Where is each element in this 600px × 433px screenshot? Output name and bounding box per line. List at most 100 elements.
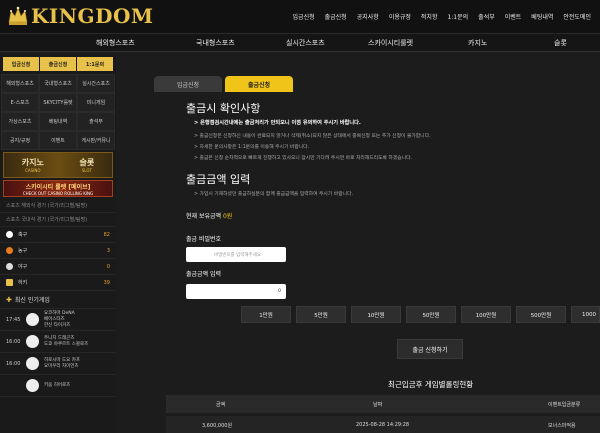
brand-name: KINGDOM — [31, 4, 154, 28]
sidebar-item-virtual-sports[interactable]: 가상스포츠 — [1, 112, 39, 131]
top-nav: 입금신청 출금신청 공지사항 이용규정 적치항 1:1문의 출석부 이벤트 베팅… — [288, 12, 596, 21]
casino-slot-banner[interactable]: 카지노 CASINO 슬롯 SLOT — [3, 152, 113, 178]
event-banner-sub: CHECK OUT CASINO ROLLING KING — [22, 190, 94, 196]
amount-button-5m[interactable]: 500만원 — [516, 306, 566, 323]
sidebar-tab-withdraw[interactable]: 출금신청 — [40, 57, 76, 71]
notice-bold-line: > 은행점검시간내에는 출금처리가 안되오니 이점 유의하여 주시기 바랍니다. — [194, 120, 361, 126]
top-bar: KINGDOM 입금신청 출금신청 공지사항 이용규정 적치항 1:1문의 출석… — [0, 0, 600, 34]
balance-label: 현재 보유금액 — [186, 213, 222, 220]
amount-button-50k[interactable]: 5만원 — [296, 306, 346, 323]
topnav-withdraw[interactable]: 출금신청 — [320, 12, 352, 21]
sidebar-item-event[interactable]: 이벤트 — [39, 131, 77, 150]
mainnav-slot[interactable]: 슬롯 — [554, 38, 567, 48]
cell-event-type: 보너스마적용 — [548, 422, 576, 429]
sidebar-item-overseas-sports[interactable]: 해외형스포츠 — [1, 74, 39, 93]
content-tabs: 입금신청 출금신청 — [154, 76, 293, 92]
popular-games-header: ✚ 최신 인기게임 — [0, 291, 116, 309]
sport-row-soccer[interactable]: 축구 82 — [0, 227, 116, 243]
notice-title: 출금시 확인사항 — [186, 102, 261, 115]
topnav-notice[interactable]: 공지사항 — [352, 12, 384, 21]
sidebar-tab-inquiry[interactable]: 1:1문의 — [77, 57, 113, 71]
hockey-icon — [6, 279, 13, 286]
sidebar-item-skycity-roulette[interactable]: SKYCITY룰렛 — [39, 93, 77, 112]
sidebar-tabs: 입금신청 출금신청 1:1문의 — [0, 54, 116, 74]
domestic-sports-link[interactable]: 스포츠 국내식 경기 (국가/리그별/팀명) — [0, 213, 116, 227]
baseball-icon — [26, 379, 39, 392]
password-label: 출금 비밀번호 — [186, 236, 222, 243]
baseball-icon — [6, 263, 13, 270]
game-row[interactable]: 16:00 주니치 드래곤즈 도쿄 야쿠르트 스왈로즈 — [0, 331, 116, 353]
notice-line: > 자세한 문의사항은 1:1문의를 이용해 주시기 바랍니다. — [194, 145, 310, 150]
amount-button-500k[interactable]: 50만원 — [406, 306, 456, 323]
sidebar-item-esports[interactable]: E-스포츠 — [1, 93, 39, 112]
col-date: 날짜 — [373, 401, 383, 408]
table-header: 금액 날짜 이벤트입금분류 — [166, 395, 600, 413]
sport-row-hockey[interactable]: 하키 39 — [0, 275, 116, 291]
topnav-deposit[interactable]: 입금신청 — [288, 12, 320, 21]
sport-row-baseball[interactable]: 야구 0 — [0, 259, 116, 275]
sport-row-basketball[interactable]: 농구 3 — [0, 243, 116, 259]
sport-count: 82 — [103, 231, 110, 238]
tab-withdraw[interactable]: 출금신청 — [225, 76, 293, 92]
col-event-type: 이벤트입금분류 — [548, 401, 581, 408]
mainnav-domestic-sports[interactable]: 국내형스포츠 — [196, 38, 235, 48]
amount-input[interactable]: 0 — [186, 284, 286, 299]
topnav-attendance[interactable]: 출석부 — [473, 12, 500, 21]
sidebar-item-attendance[interactable]: 출석부 — [77, 112, 115, 131]
event-banner[interactable]: 스카이시티 룰렛 [메이브] CHECK OUT CASINO ROLLING … — [3, 180, 113, 197]
baseball-icon — [26, 313, 39, 326]
sidebar-item-domestic-sports[interactable]: 국내형스포츠 — [39, 74, 77, 93]
topnav-inquiry[interactable]: 1:1문의 — [442, 12, 473, 21]
game-teams: 히로시마 도요 카프 요미우리 자이언츠 — [44, 357, 80, 369]
game-row[interactable]: 키움 히어로즈 — [0, 375, 116, 397]
sidebar-item-betting-history[interactable]: 베팅내역 — [39, 112, 77, 131]
game-row[interactable]: 17:45 요코하마 DeNA 베이스타즈 한신 타이거즈 — [0, 309, 116, 331]
topnav-accumulate[interactable]: 적치항 — [416, 12, 443, 21]
mainnav-casino[interactable]: 카지노 — [468, 38, 487, 48]
sport-name: 농구 — [18, 248, 28, 254]
sport-name: 축구 — [18, 232, 28, 238]
brand-logo[interactable]: KINGDOM — [7, 4, 154, 28]
topnav-rules[interactable]: 이용규정 — [384, 12, 416, 21]
game-teams: 주니치 드래곤즈 도쿄 야쿠르트 스왈로즈 — [44, 335, 89, 347]
balance-row: 현재 보유금액 0원 — [186, 211, 232, 220]
soccer-ball-icon — [6, 231, 13, 238]
recent-title: 최근입금후 게임별롤링현황 — [388, 380, 474, 389]
banner-slot-sub: SLOT — [81, 168, 92, 173]
baseball-icon — [26, 357, 39, 370]
tab-deposit[interactable]: 입금신청 — [154, 76, 222, 92]
topnav-betting-history[interactable]: 베팅내역 — [526, 12, 558, 21]
sidebar-menu-grid: 해외형스포츠 국내형스포츠 실시간스포츠 E-스포츠 SKYCITY룰렛 미니게… — [0, 74, 116, 150]
mainnav-live-sports[interactable]: 실시간스포츠 — [286, 38, 325, 48]
withdraw-submit-button[interactable]: 출금 신청하기 — [397, 339, 463, 359]
game-time: 17:45 — [6, 316, 21, 323]
game-teams: 요코하마 DeNA 베이스타즈 한신 타이거즈 — [44, 310, 75, 328]
amount-label: 출금금액 입력 — [186, 271, 222, 278]
crown-icon — [8, 6, 28, 25]
sidebar-tab-deposit[interactable]: 입금신청 — [3, 57, 39, 71]
overseas-sports-link[interactable]: 스포츠 해외식 경기 (국가/리그별/팀명) — [0, 199, 116, 213]
col-amount: 금액 — [216, 401, 226, 408]
sidebar-item-minigame[interactable]: 미니게임 — [77, 93, 115, 112]
mainnav-overseas-sports[interactable]: 해외형스포츠 — [96, 38, 135, 48]
balance-value: 0원 — [222, 213, 233, 220]
topnav-event[interactable]: 이벤트 — [500, 12, 527, 21]
event-banner-title: 스카이시티 룰렛 [메이브] — [25, 183, 91, 191]
sidebar-item-live-sports[interactable]: 실시간스포츠 — [77, 74, 115, 93]
popular-games-title: 최신 인기게임 — [14, 297, 50, 304]
trophy-icon: ✚ — [6, 295, 12, 304]
baseball-icon — [26, 335, 39, 348]
banner-slot-label: 슬롯 — [79, 158, 95, 167]
sidebar-item-board[interactable]: 게시판/커뮤니 — [77, 131, 115, 150]
amount-button-10k[interactable]: 1만원 — [241, 306, 291, 323]
sport-name: 하키 — [18, 280, 28, 286]
amount-button-1m[interactable]: 100만원 — [461, 306, 511, 323]
amount-button-100k[interactable]: 10만원 — [351, 306, 401, 323]
table-row: 3,600,000원 2025-08-28 14:29:28 보너스마적용 — [166, 416, 600, 433]
game-row[interactable]: 16:00 히로시마 도요 카프 요미우리 자이언츠 — [0, 353, 116, 375]
mainnav-skycity-roulette[interactable]: 스카이시티룰렛 — [368, 38, 413, 48]
topnav-safe-domain[interactable]: 안전도메인 — [558, 12, 596, 21]
password-input[interactable]: 비밀번호를 입력해주세요 — [186, 247, 286, 262]
sidebar-item-notice-rules[interactable]: 공지/규정 — [1, 131, 39, 150]
amount-button-10m[interactable]: 1000 — [571, 306, 600, 323]
